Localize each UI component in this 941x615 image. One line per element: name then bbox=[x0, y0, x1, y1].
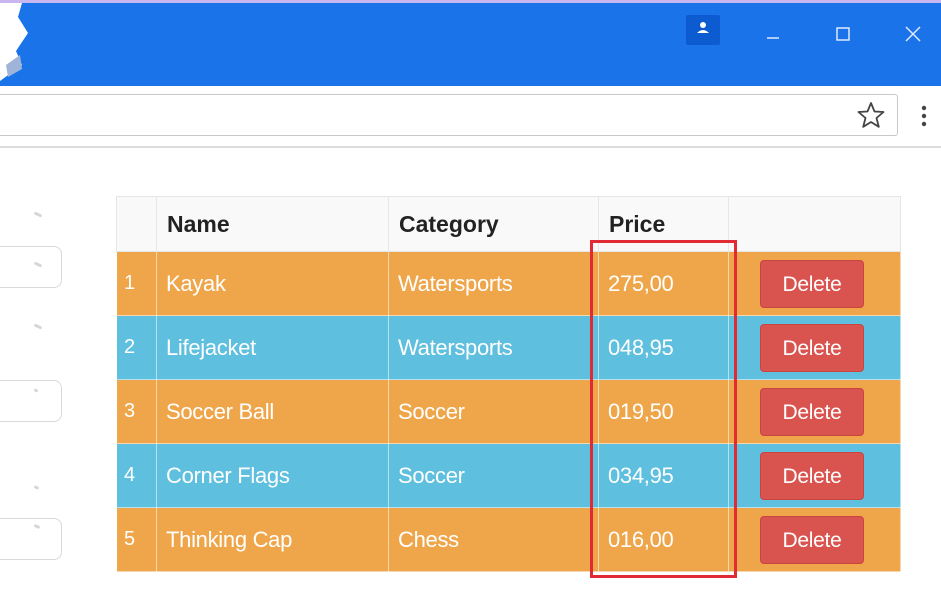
close-icon bbox=[905, 26, 921, 42]
header-name: Name bbox=[156, 196, 389, 252]
table-row: 3 Soccer Ball Soccer 019,50 Delete bbox=[116, 379, 901, 444]
delete-button[interactable]: Delete bbox=[760, 387, 864, 436]
table-row: 4 Corner Flags Soccer 034,95 Delete bbox=[116, 443, 901, 508]
faded-label-mark bbox=[33, 485, 40, 490]
product-category: Watersports bbox=[388, 251, 599, 316]
product-price: 016,00 bbox=[598, 507, 729, 572]
faded-input-box[interactable] bbox=[0, 246, 62, 288]
faded-label-mark bbox=[33, 323, 43, 330]
faded-input-box[interactable] bbox=[0, 518, 62, 560]
product-price: 019,50 bbox=[598, 379, 729, 444]
delete-button[interactable]: Delete bbox=[760, 451, 864, 500]
maximize-icon bbox=[836, 27, 850, 41]
product-price: 048,95 bbox=[598, 315, 729, 380]
product-category: Chess bbox=[388, 507, 599, 572]
browser-toolbar bbox=[0, 86, 941, 148]
profile-button[interactable] bbox=[686, 15, 720, 45]
header-price: Price bbox=[598, 196, 729, 252]
maximize-button[interactable] bbox=[820, 17, 866, 51]
product-table: Name Category Price 1 Kayak Watersports … bbox=[116, 196, 901, 572]
product-category: Watersports bbox=[388, 315, 599, 380]
delete-button[interactable]: Delete bbox=[760, 323, 864, 372]
row-index: 5 bbox=[116, 507, 157, 572]
browser-title-bar bbox=[0, 0, 941, 86]
product-name: Thinking Cap bbox=[156, 507, 389, 572]
person-icon bbox=[697, 22, 709, 33]
actions-cell: Delete bbox=[728, 251, 901, 316]
table-row: 5 Thinking Cap Chess 016,00 Delete bbox=[116, 507, 901, 572]
toolbar-divider bbox=[0, 146, 941, 148]
close-window-button[interactable] bbox=[890, 17, 936, 51]
actions-cell: Delete bbox=[728, 379, 901, 444]
actions-cell: Delete bbox=[728, 507, 901, 572]
star-icon[interactable] bbox=[855, 99, 887, 131]
product-name: Corner Flags bbox=[156, 443, 389, 508]
product-price: 034,95 bbox=[598, 443, 729, 508]
delete-button[interactable]: Delete bbox=[760, 259, 864, 308]
header-index bbox=[116, 196, 157, 252]
minimize-button[interactable] bbox=[750, 17, 796, 51]
address-bar[interactable] bbox=[0, 94, 898, 136]
delete-button[interactable]: Delete bbox=[760, 515, 864, 564]
faded-label-mark bbox=[33, 211, 43, 218]
table-header-row: Name Category Price bbox=[116, 196, 901, 252]
header-actions bbox=[728, 196, 901, 252]
row-index: 4 bbox=[116, 443, 157, 508]
table-row: 2 Lifejacket Watersports 048,95 Delete bbox=[116, 315, 901, 380]
product-name: Lifejacket bbox=[156, 315, 389, 380]
minimize-icon bbox=[767, 37, 779, 39]
product-category: Soccer bbox=[388, 443, 599, 508]
row-index: 1 bbox=[116, 251, 157, 316]
table-row: 1 Kayak Watersports 275,00 Delete bbox=[116, 251, 901, 316]
row-index: 2 bbox=[116, 315, 157, 380]
product-name: Soccer Ball bbox=[156, 379, 389, 444]
header-category: Category bbox=[388, 196, 599, 252]
product-category: Soccer bbox=[388, 379, 599, 444]
actions-cell: Delete bbox=[728, 443, 901, 508]
actions-cell: Delete bbox=[728, 315, 901, 380]
more-vert-icon[interactable] bbox=[912, 102, 936, 130]
row-index: 3 bbox=[116, 379, 157, 444]
faded-input-box[interactable] bbox=[0, 380, 62, 422]
product-name: Kayak bbox=[156, 251, 389, 316]
product-price: 275,00 bbox=[598, 251, 729, 316]
tab-edge-graphic bbox=[0, 3, 28, 81]
